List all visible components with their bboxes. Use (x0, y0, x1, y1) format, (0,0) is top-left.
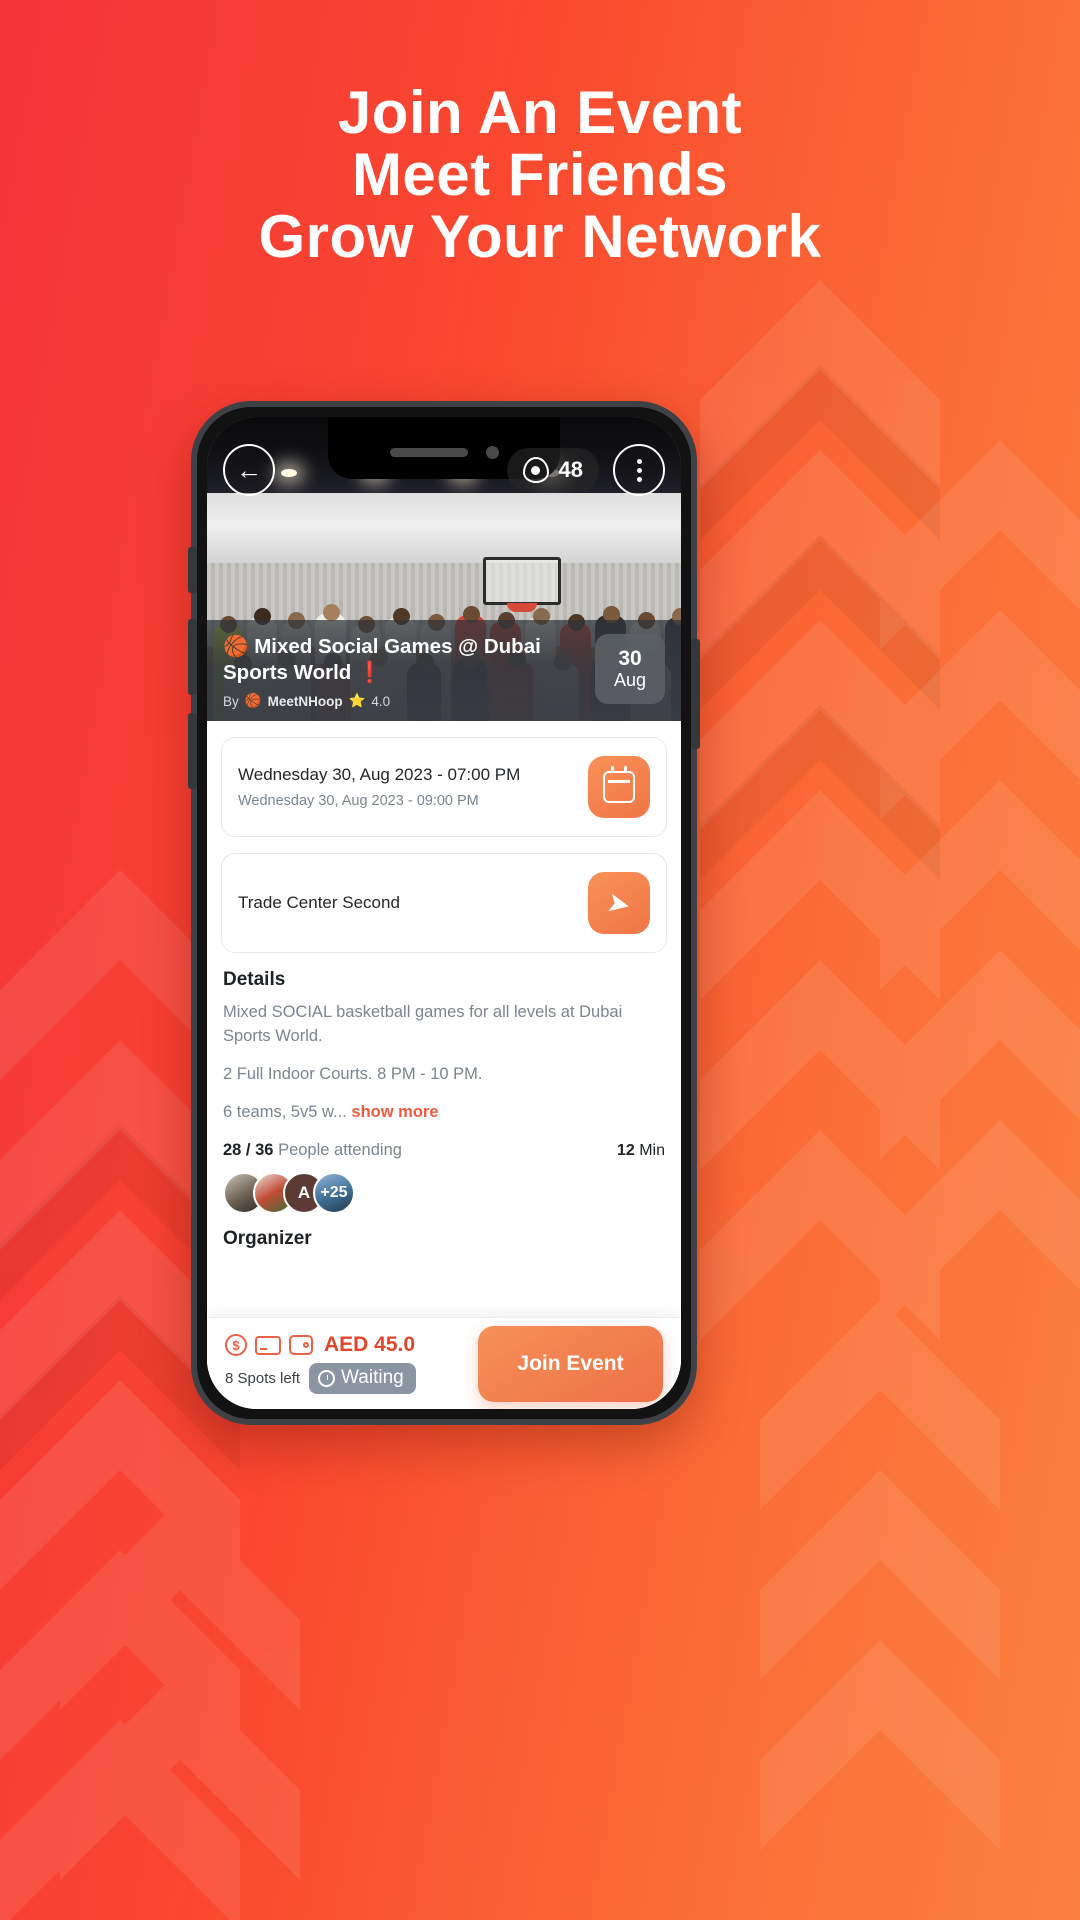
app-top-bar: ← 48 (207, 441, 681, 499)
dollar-icon: $ (225, 1334, 247, 1356)
datetime-card[interactable]: Wednesday 30, Aug 2023 - 07:00 PM Wednes… (221, 737, 667, 837)
bottom-action-bar: $ AED 45.0 8 Spots left Waiting Join Eve… (207, 1317, 681, 1409)
event-date-month: Aug (613, 670, 647, 691)
spots-left-label: 8 Spots left (225, 1370, 301, 1387)
event-start-datetime: Wednesday 30, Aug 2023 - 07:00 PM (238, 765, 521, 784)
event-organizer-line[interactable]: By 🏀 MeetNHoop ⭐ 4.0 (223, 693, 583, 709)
avatar-initial: A (297, 1182, 311, 1202)
status-text: Waiting (341, 1367, 404, 1388)
duration-label: 12 Min (617, 1142, 665, 1160)
attendee-avatars[interactable]: A +25 (221, 1160, 667, 1214)
wallet-icon (289, 1335, 313, 1355)
event-end-datetime: Wednesday 30, Aug 2023 - 09:00 PM (238, 793, 479, 809)
event-date-badge: 30 Aug (595, 633, 665, 704)
organizer-name: MeetNHoop (267, 693, 343, 709)
attendance-label: People attending (278, 1140, 402, 1159)
promo-headline: Join An Event Meet Friends Grow Your Net… (0, 82, 1080, 267)
star-icon: ⭐ (348, 693, 366, 708)
open-directions-button[interactable]: ➤ (588, 872, 650, 934)
status-badge: Waiting (309, 1363, 416, 1394)
details-truncated-line: 6 teams, 5v5 w... show more (221, 1101, 667, 1125)
eye-icon (522, 457, 549, 483)
navigation-icon: ➤ (604, 885, 634, 921)
details-paragraph-1: Mixed SOCIAL basketball games for all le… (223, 1003, 623, 1045)
view-count-badge[interactable]: 48 (506, 448, 599, 492)
event-hero-image: ← 48 🏀 Mixed Social Games @ Dubai Sports… (207, 417, 681, 721)
headline-line-2: Meet Friends (351, 140, 729, 208)
app-screen: ← 48 🏀 Mixed Social Games @ Dubai Sports… (207, 417, 681, 1409)
details-truncated-text: 6 teams, 5v5 w... (223, 1102, 347, 1121)
organizer-heading: Organizer (223, 1227, 312, 1249)
avatar-overflow-count: +25 (320, 1183, 348, 1201)
spots-row: 8 Spots left Waiting (225, 1363, 416, 1394)
phone-mockup: ← 48 🏀 Mixed Social Games @ Dubai Sports… (188, 401, 700, 1425)
attendance-count-label: 28 / 36 People attending (223, 1141, 402, 1160)
view-count-value: 48 (558, 457, 583, 482)
avatar-overflow[interactable]: +25 (313, 1171, 355, 1214)
by-label: By (223, 693, 239, 709)
event-title: 🏀 Mixed Social Games @ Dubai Sports Worl… (223, 634, 541, 684)
attendance-count: 28 / 36 (223, 1140, 274, 1159)
event-location-name: Trade Center Second (238, 893, 400, 912)
organizer-rating: 4.0 (371, 693, 391, 709)
add-to-calendar-button[interactable] (588, 756, 650, 818)
phone-mute-switch (188, 547, 197, 593)
headline-line-3: Grow Your Network (258, 202, 822, 270)
show-more-link[interactable]: show more (351, 1103, 438, 1121)
event-title-band: 🏀 Mixed Social Games @ Dubai Sports Worl… (207, 619, 681, 721)
details-heading: Details (223, 969, 286, 990)
duration-value: 12 (616, 1141, 635, 1159)
duration-unit: Min (639, 1141, 665, 1159)
clock-icon (318, 1369, 336, 1387)
location-card[interactable]: Trade Center Second ➤ (221, 853, 667, 953)
basketball-icon: 🏀 (244, 693, 262, 708)
back-button[interactable]: ← (223, 444, 275, 496)
phone-volume-down-button (188, 713, 197, 789)
details-paragraph-2: 2 Full Indoor Courts. 8 PM - 10 PM. (223, 1064, 483, 1083)
calendar-icon (603, 766, 635, 803)
phone-power-button (691, 639, 700, 749)
credit-card-icon (255, 1335, 281, 1355)
event-date-day: 30 (618, 646, 642, 670)
event-price: AED 45.0 (324, 1333, 416, 1356)
arrow-left-icon: ← (236, 454, 262, 485)
join-event-button[interactable]: Join Event (478, 1325, 663, 1402)
headline-line-1: Join An Event (337, 79, 743, 146)
price-row: $ AED 45.0 (225, 1333, 416, 1357)
phone-volume-up-button (188, 619, 197, 695)
attendance-row: 28 / 36 People attending 12 Min (221, 1139, 667, 1160)
event-detail-body: Wednesday 30, Aug 2023 - 07:00 PM Wednes… (207, 721, 681, 1409)
more-vertical-icon (636, 458, 642, 482)
overflow-menu-button[interactable] (613, 444, 665, 496)
